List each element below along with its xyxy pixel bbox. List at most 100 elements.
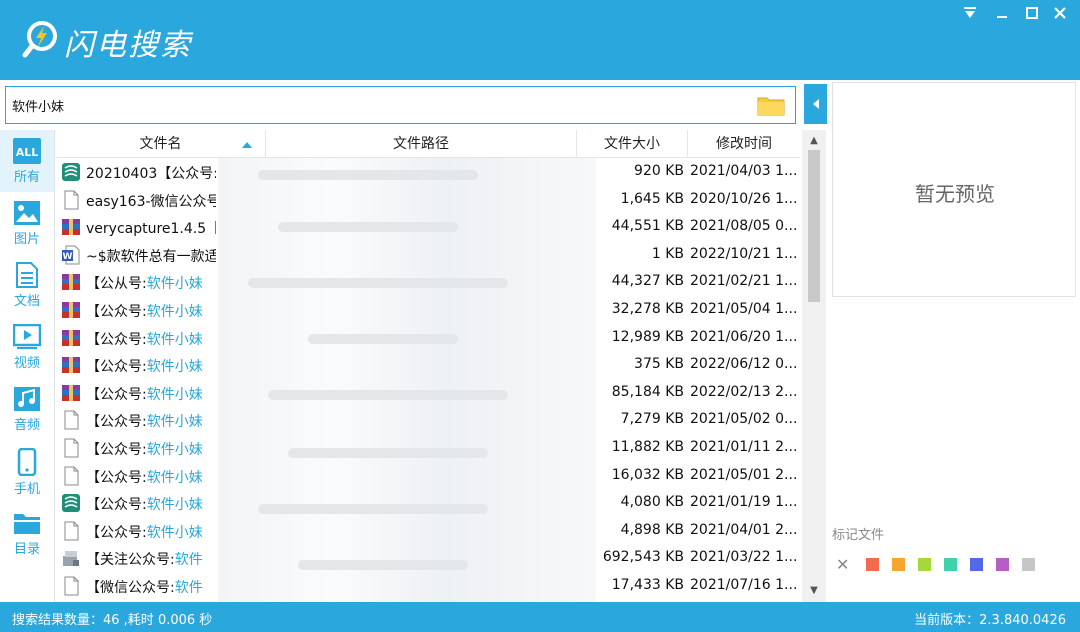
- file-modified-date: 2021/01/19 1...: [690, 494, 798, 511]
- file-modified-date: 2021/05/04 1...: [690, 300, 798, 317]
- result-count: 搜索结果数量：46 ,耗时 0.006 秒: [12, 613, 213, 628]
- file-size: 375 KB: [634, 356, 684, 373]
- file-name: 【公众号:软件小妹: [86, 386, 203, 403]
- sort-ascending-icon: [242, 142, 252, 148]
- app-title: 闪电搜索: [64, 28, 192, 63]
- sidebar-item-all[interactable]: ALL 所有: [0, 130, 54, 192]
- main-panel: ALL 所有 图片 文档 视频 音频 手机 目录 文件名: [0, 80, 1080, 602]
- mark-color-swatch[interactable]: [918, 558, 931, 571]
- file-name: 【公众号:软件小妹: [86, 469, 203, 486]
- file-size: 85,184 KB: [611, 383, 684, 400]
- blurred-path-column: [218, 158, 596, 602]
- status-bar: 搜索结果数量：46 ,耗时 0.006 秒 当前版本：2.3.840.0426: [0, 602, 1080, 632]
- file-modified-date: 2021/02/21 1...: [690, 273, 798, 290]
- column-header-size[interactable]: 文件大小: [577, 130, 688, 158]
- file-icon: [61, 576, 81, 596]
- clear-mark-icon[interactable]: ✕: [836, 555, 849, 574]
- exe-icon: [61, 548, 81, 568]
- sidebar-item-label: 视频: [13, 356, 40, 371]
- file-size: 1,645 KB: [620, 190, 684, 207]
- file-name: easy163-微信公众号: [86, 193, 216, 210]
- file-name: 【公众号:软件小妹: [86, 441, 203, 458]
- browse-folder-icon[interactable]: [757, 94, 785, 116]
- scroll-down-icon[interactable]: ▼: [802, 582, 826, 600]
- maximize-icon[interactable]: [1022, 6, 1042, 24]
- mark-color-swatch[interactable]: [1022, 558, 1035, 571]
- file-size: 44,327 KB: [611, 273, 684, 290]
- rar-icon: [61, 272, 81, 292]
- file-modified-date: 2021/06/20 1...: [690, 328, 798, 345]
- file-size: 4,898 KB: [620, 521, 684, 538]
- svg-text:ALL: ALL: [16, 146, 39, 159]
- sidebar-item-videos[interactable]: 视频: [0, 316, 54, 378]
- file-size: 11,882 KB: [611, 438, 684, 455]
- file-size: 16,032 KB: [611, 466, 684, 483]
- sidebar-item-phone[interactable]: 手机: [0, 440, 54, 502]
- mark-color-swatch[interactable]: [892, 558, 905, 571]
- file-modified-date: 2021/05/01 2...: [690, 466, 798, 483]
- file-icon: [61, 190, 81, 210]
- file-modified-date: 2021/04/03 1...: [690, 163, 798, 179]
- file-size: 4,080 KB: [620, 494, 684, 511]
- preview-placeholder: 暂无预览: [915, 182, 995, 206]
- sidebar-item-label: 图片: [13, 232, 40, 247]
- file-modified-date: 2021/05/02 0...: [690, 411, 798, 428]
- file-modified-date: 2021/03/22 1...: [690, 549, 798, 566]
- file-size: 7,279 KB: [620, 411, 684, 428]
- vertical-scrollbar[interactable]: ▲ ▼: [802, 130, 826, 602]
- search-input[interactable]: [6, 87, 746, 123]
- file-size: 1 KB: [651, 245, 684, 262]
- file-icon: [61, 521, 81, 541]
- rar-icon: [61, 328, 81, 348]
- mark-files-label: 标记文件: [832, 528, 885, 543]
- file-icon: [61, 410, 81, 430]
- file-size: 17,433 KB: [611, 576, 684, 593]
- sidebar-item-folders[interactable]: 目录: [0, 502, 54, 564]
- audio-icon: [14, 387, 40, 411]
- file-name: 【公众号:软件小妹: [86, 497, 203, 514]
- file-modified-date: 2022/06/12 0...: [690, 356, 798, 373]
- all-icon: ALL: [13, 138, 41, 164]
- rar-icon: [61, 217, 81, 237]
- close-icon[interactable]: [1050, 6, 1070, 24]
- archive-icon: [61, 162, 81, 182]
- rar-icon: [61, 355, 81, 375]
- file-modified-date: 2021/08/05 0...: [690, 218, 798, 235]
- file-modified-date: 2022/10/21 1...: [690, 245, 798, 262]
- collapse-preview-button[interactable]: [804, 84, 827, 124]
- file-name: 【公从号:软件小妹: [86, 276, 203, 293]
- scroll-up-icon[interactable]: ▲: [802, 132, 826, 150]
- column-header-date[interactable]: 修改时间: [688, 130, 800, 158]
- minimize-icon[interactable]: [992, 6, 1012, 24]
- list-header: 文件名 文件路径 文件大小 修改时间: [56, 130, 800, 158]
- sidebar-item-audio[interactable]: 音频: [0, 378, 54, 440]
- column-header-label: 文件名: [139, 136, 182, 152]
- search-box: [5, 86, 796, 124]
- file-size: 920 KB: [634, 163, 684, 179]
- image-icon: [14, 201, 40, 225]
- sidebar-item-label: 文档: [13, 294, 40, 309]
- column-header-name[interactable]: 文件名: [56, 130, 266, 158]
- mark-color-swatch[interactable]: [944, 558, 957, 571]
- rar-icon: [61, 383, 81, 403]
- sidebar-item-documents[interactable]: 文档: [0, 254, 54, 316]
- file-size: 44,551 KB: [611, 218, 684, 235]
- mark-color-swatch[interactable]: [866, 558, 879, 571]
- file-name: 20210403【公众号:: [86, 166, 216, 182]
- scroll-thumb[interactable]: [808, 150, 820, 302]
- file-name: verycapture1.4.5【: [86, 221, 216, 238]
- column-header-path[interactable]: 文件路径: [266, 130, 577, 158]
- preview-panel: 暂无预览: [832, 82, 1076, 297]
- menu-icon[interactable]: [960, 6, 980, 24]
- sidebar-item-images[interactable]: 图片: [0, 192, 54, 254]
- file-name: 【微信公众号:软件: [86, 579, 203, 596]
- file-name: 【公众号:软件小妹: [86, 303, 203, 320]
- column-header-label: 文件大小: [604, 136, 660, 152]
- file-name: 【公众号:软件小妹: [86, 359, 203, 376]
- file-icon: [61, 466, 81, 486]
- file-name: 【关注公众号:软件: [86, 552, 203, 569]
- app-logo-icon: [22, 21, 57, 58]
- mark-color-swatch[interactable]: [996, 558, 1009, 571]
- sidebar-item-label: 目录: [13, 542, 40, 557]
- mark-color-swatch[interactable]: [970, 558, 983, 571]
